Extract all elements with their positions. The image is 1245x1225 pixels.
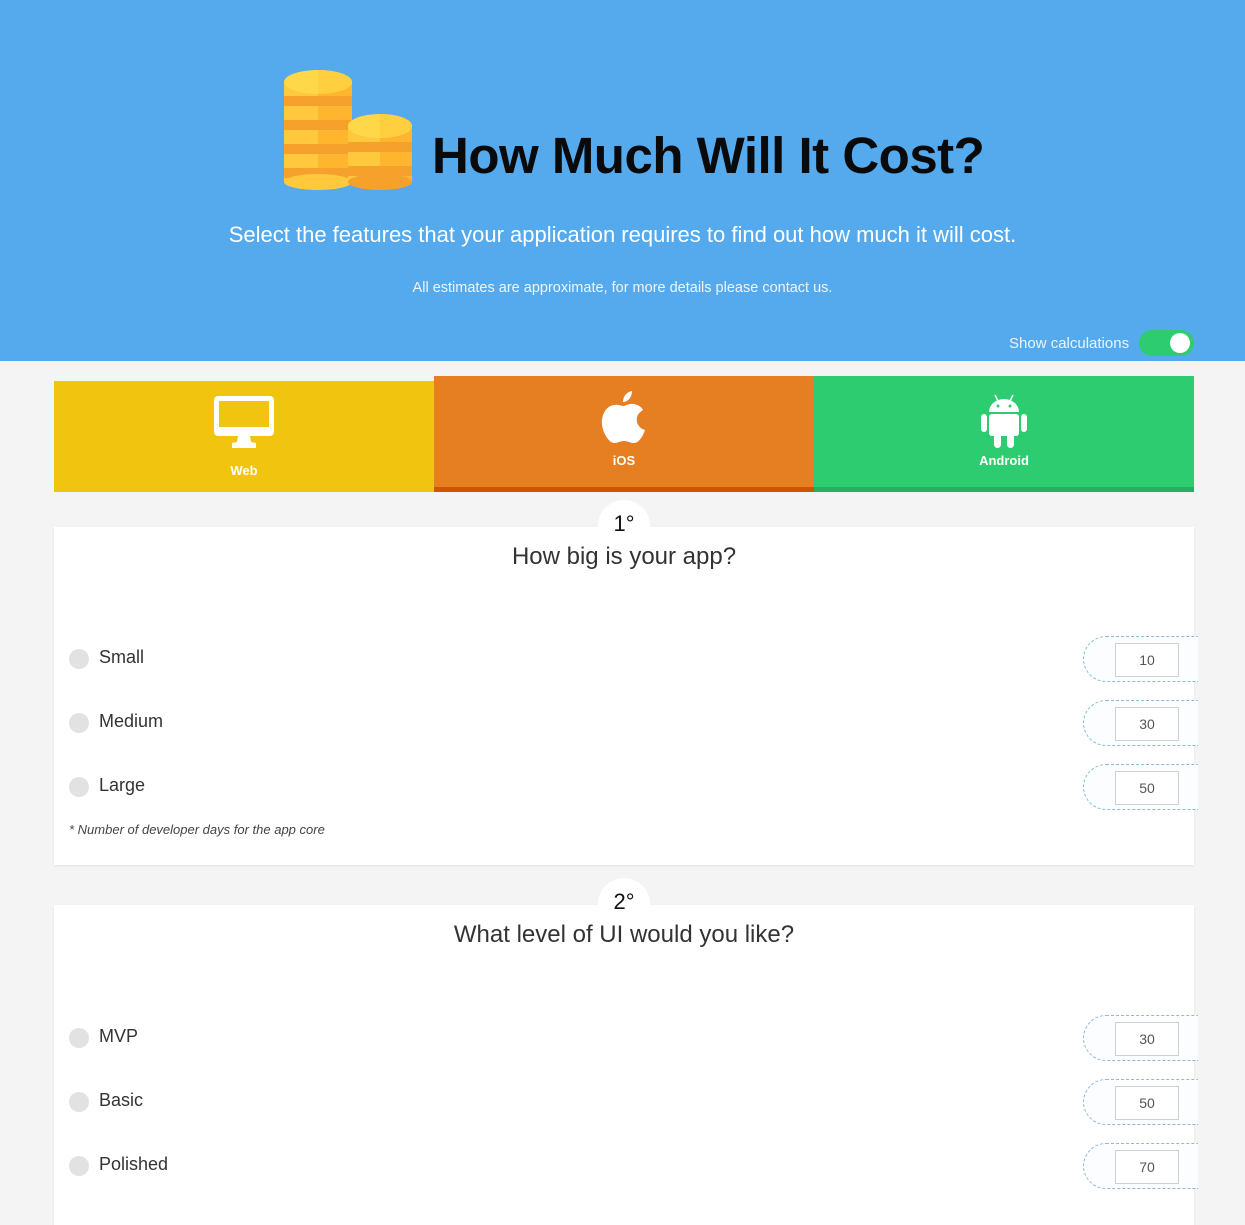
developer-days-input[interactable] [1115,1022,1179,1056]
platform-web-label: Web [230,463,258,478]
option-polished[interactable]: Polished [54,1143,1198,1189]
show-calculations-toggle[interactable] [1139,330,1195,356]
developer-days-input[interactable] [1115,771,1179,805]
hero-logo [282,68,414,192]
platform-android-button[interactable]: Android [814,376,1194,492]
android-icon [981,394,1027,448]
radio-button[interactable] [69,713,89,733]
hero-note: All estimates are approximate, for more … [412,280,833,296]
platform-ios-label: iOS [612,453,636,468]
platform-web-button[interactable]: Web [54,381,434,492]
show-calculations-label: Show calculations [1009,334,1130,352]
option-mvp[interactable]: MVP [54,1015,1198,1061]
desktop-monitor-icon [214,396,274,448]
radio-button[interactable] [69,777,89,797]
show-calculations-control: Show calculations [1009,330,1195,356]
option-label: Small [99,647,145,667]
question-card-app-size: 1° How big is your app? Small Medium Lar… [54,500,1198,865]
option-medium[interactable]: Medium [54,700,1198,746]
developer-days-field [1083,636,1198,682]
question-card-ui-level: 2° What level of UI would you like? MVP … [54,878,1198,1225]
developer-days-field [1083,700,1198,746]
developer-days-input[interactable] [1115,1150,1179,1184]
option-label: Basic [99,1090,144,1110]
page-title: How Much Will It Cost? [432,127,985,184]
radio-button[interactable] [69,649,89,669]
option-label: Large [99,775,146,795]
footnote: * Number of developer days for the app c… [69,822,325,837]
coins-stack-icon [284,70,412,190]
option-label: Medium [99,711,164,731]
radio-button[interactable] [69,1156,89,1176]
platform-selector: Web iOS Android [54,376,1194,492]
option-basic[interactable]: Basic [54,1079,1198,1125]
developer-days-input[interactable] [1115,643,1179,677]
developer-days-field [1083,1079,1198,1125]
developer-days-input[interactable] [1115,707,1179,741]
option-label: MVP [99,1026,139,1046]
hero-banner: How Much Will It Cost? Select the featur… [0,0,1245,361]
developer-days-field [1083,1143,1198,1189]
option-large[interactable]: Large [54,764,1198,810]
developer-days-field [1083,1015,1198,1061]
option-small[interactable]: Small [54,636,1198,682]
radio-button[interactable] [69,1092,89,1112]
option-label: Polished [99,1154,169,1174]
radio-button[interactable] [69,1028,89,1048]
question-title: What level of UI would you like? [453,921,795,948]
question-title: How big is your app? [511,543,737,570]
platform-ios-button[interactable]: iOS [434,376,814,492]
platform-android-label: Android [979,453,1029,468]
developer-days-field [1083,764,1198,810]
hero-subtitle: Select the features that your applicatio… [228,222,1017,247]
toggle-knob [1170,333,1191,353]
developer-days-input[interactable] [1115,1086,1179,1120]
apple-icon [601,391,645,443]
